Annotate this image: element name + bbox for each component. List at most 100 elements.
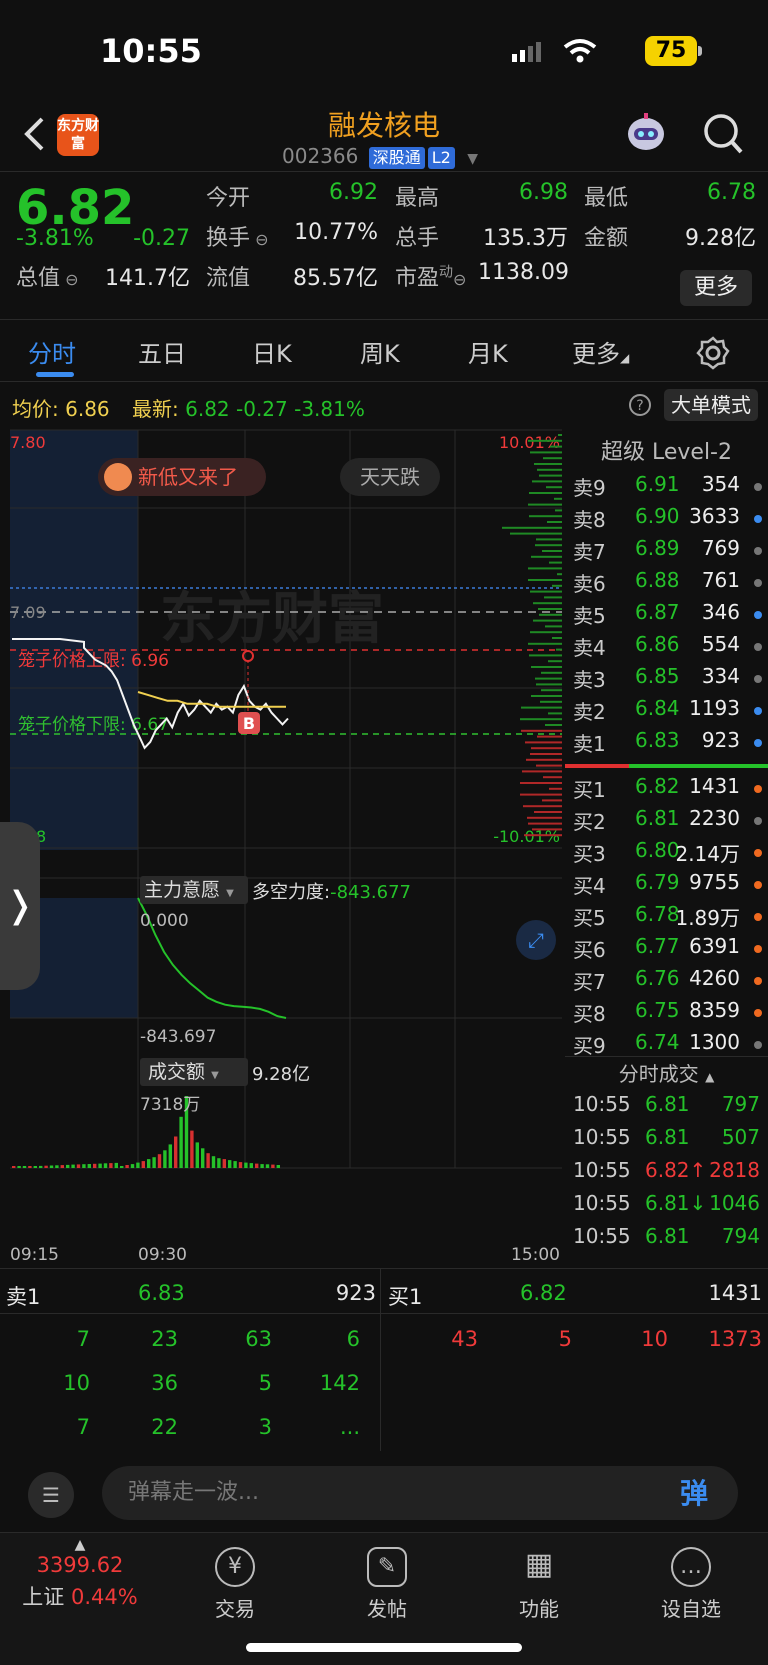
turnover-bar [76,1164,81,1168]
tab-monthly-k[interactable]: 月K [468,334,508,369]
sell-queue-cell: 7 [76,1415,90,1439]
turnover-bar [152,1157,156,1168]
value-total-volume: 135.3万 [483,226,568,251]
bid-row[interactable]: 买8 6.75 8359 [565,998,768,1030]
danmu-send-button[interactable]: 弹 [680,1472,730,1516]
depth-bar [526,758,562,761]
robot-assistant-icon[interactable] [622,110,670,158]
depth-bar [529,515,562,518]
badge-new-low[interactable]: 新低又来了 [98,458,266,496]
panel3-top-label: 7318万 [140,1095,200,1115]
tab-five-day[interactable]: 五日 [138,334,186,369]
ticks-title[interactable]: 分时成交 ▲ [565,1058,768,1087]
bid-row[interactable]: 买7 6.76 4260 [565,966,768,998]
bid-order-dot-icon [754,849,762,857]
ask-row[interactable]: 卖5 6.87 346 [565,600,768,632]
turnover-bar [71,1164,75,1168]
intraday-info-line: 均价: 6.86 最新: 6.82 -0.27 -3.81% ? 大单模式 [0,385,768,425]
tab-daily-k[interactable]: 日K [252,334,292,369]
ask-order-dot-icon [754,643,762,651]
bid-row[interactable]: 买3 6.80 2.14万 [565,838,768,870]
depth-bar [557,573,562,576]
ask-level-label: 卖3 [573,668,606,692]
bid-row[interactable]: 买6 6.77 6391 [565,934,768,966]
sell-queue-cell: 10 [63,1371,90,1395]
ask-row[interactable]: 卖3 6.85 334 [565,664,768,696]
tab-intraday[interactable]: 分时 [28,334,76,369]
depth-bar [550,445,562,448]
time-label-1500: 15:00 [511,1245,560,1265]
turnover-bar [201,1148,205,1168]
expand-icon[interactable]: ⤢ [516,920,556,960]
bid-order-dot-icon [754,913,762,921]
ask-row[interactable]: 卖9 6.91 354 [565,472,768,504]
nav-functions[interactable]: ▦ 功能 [484,1547,594,1622]
battery-cap [698,46,702,56]
tab-more[interactable]: 更多◢ [572,334,629,369]
bid-level-label: 买3 [573,842,606,866]
tick-row: 10:55 6.81 797 [565,1092,768,1124]
bid-row[interactable]: 买2 6.81 2230 [565,806,768,838]
queue-buy-price: 6.82 [520,1281,567,1305]
big-order-mode-button[interactable]: 大单模式 [664,389,758,421]
index-ticker[interactable]: ▲ 3399.62 上证 0.44% [20,1537,140,1611]
bid-order-dot-icon [754,945,762,953]
buy-queue-cell: 43 [451,1327,478,1351]
ask-row[interactable]: 卖2 6.84 1193 [565,696,768,728]
label-turnover-rate: 换手 ⊖ [206,226,269,251]
ask-row[interactable]: 卖4 6.86 554 [565,632,768,664]
queue-header-divider [0,1313,768,1314]
turnover-bar [98,1163,102,1168]
danmu-toggle-icon[interactable]: ☰ [28,1472,74,1518]
ask-volume: 1193 [689,696,740,720]
stock-code-row[interactable]: 002366 深股通 L2 ▼ [282,144,478,169]
ask-row[interactable]: 卖8 6.90 3633 [565,504,768,536]
help-icon[interactable]: ? [628,393,652,417]
bid-row[interactable]: 买1 6.82 1431 [565,774,768,806]
tick-price: 6.81↓ [645,1191,707,1215]
depth-bar [533,619,562,622]
ask-row[interactable]: 卖6 6.88 761 [565,568,768,600]
depth-bar [535,544,562,547]
turnover-bar [82,1164,86,1168]
nav-trade[interactable]: ¥ 交易 [180,1547,290,1622]
nav-post[interactable]: ✎ 发帖 [332,1547,442,1622]
panel2-indicator-select[interactable]: 主力意愿 ▼ [140,876,248,904]
tab-weekly-k[interactable]: 周K [360,334,400,369]
nav-add-watchlist[interactable]: … 设自选 [636,1547,746,1622]
depth-bar [533,602,562,605]
y-axis-prev-close-label: 7.09 [10,603,46,622]
depth-bar [536,683,562,686]
badge-daily-drop[interactable]: 天天跌 [340,458,440,496]
more-button[interactable]: 更多 [680,270,752,306]
value-low: 6.78 [707,180,756,205]
depth-bar [537,735,562,738]
ask-level-label: 卖6 [573,572,606,596]
ask-volume: 354 [701,472,740,496]
depth-bar [530,631,562,634]
danmu-input[interactable]: 弹幕走一波... [102,1466,738,1520]
bid-row[interactable]: 买5 6.78 1.89万 [565,902,768,934]
search-icon[interactable] [702,112,744,156]
badge-avatar-icon [104,463,132,491]
depth-bar [534,811,562,813]
depth-bar [530,451,562,454]
depth-bar [536,764,562,767]
settings-gear-icon[interactable] [696,336,730,370]
sell-queue-cell: 36 [151,1371,178,1395]
depth-bar [531,555,562,558]
tick-volume: 794 [721,1224,760,1248]
sell-queue-cell: 6 [346,1327,360,1351]
bid-row[interactable]: 买4 6.79 9755 [565,870,768,902]
side-drawer-tab[interactable]: ❭ [0,822,40,990]
depth-bar [552,584,562,587]
ask-volume: 346 [701,600,740,624]
dropdown-caret-icon: ▼ [467,151,478,167]
intraday-chart[interactable]: 东方财富 7.80 7.09 8 10.01% -10.01% 笼子价格上限: … [0,428,565,1268]
turnover-bar [190,1130,194,1168]
ask-row[interactable]: 卖7 6.89 769 [565,536,768,568]
ask-row[interactable]: 卖1 6.83 923 [565,728,768,760]
turnover-bar [28,1166,32,1168]
depth-bar [520,718,562,721]
panel3-indicator-select[interactable]: 成交额 ▼ [140,1058,248,1086]
